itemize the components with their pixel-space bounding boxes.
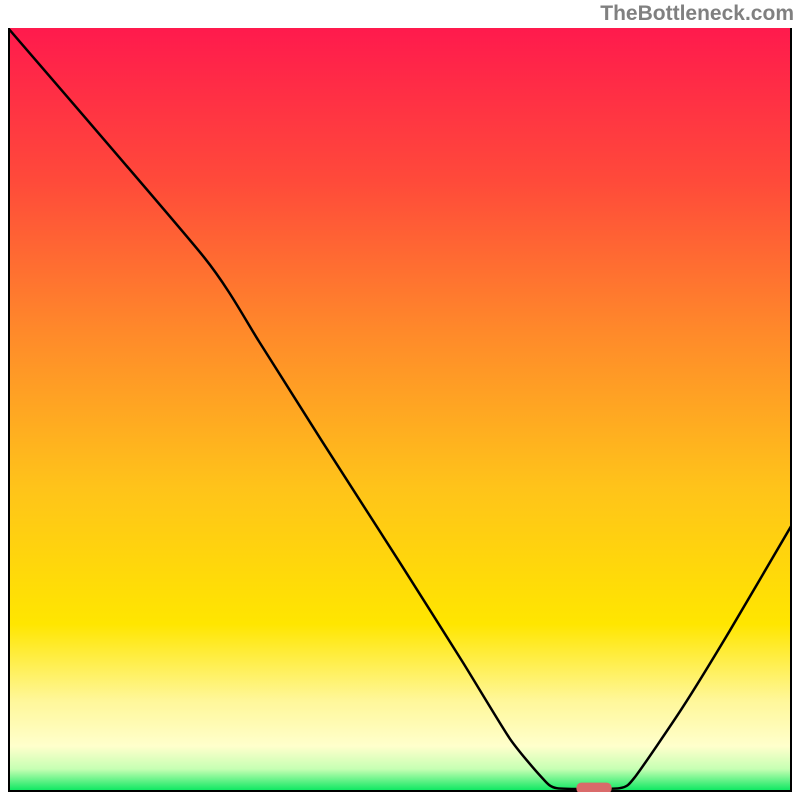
chart-container: TheBottleneck.com	[0, 0, 800, 800]
optimal-range-marker	[576, 783, 611, 792]
chart-background	[8, 28, 792, 792]
watermark-text: TheBottleneck.com	[600, 2, 794, 26]
chart-area	[8, 28, 792, 792]
bottleneck-chart	[8, 28, 792, 792]
